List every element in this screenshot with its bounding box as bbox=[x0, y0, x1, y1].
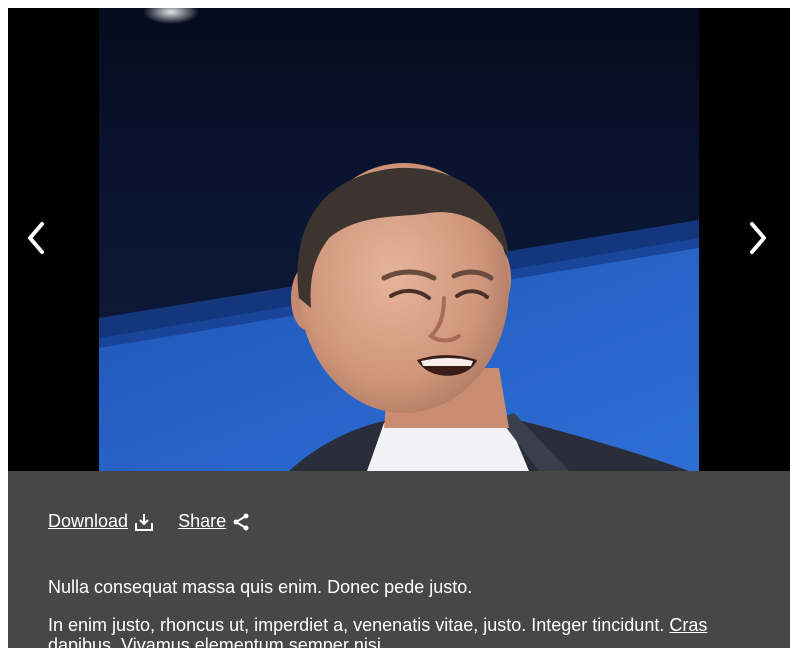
caption-paragraph-2-rest: dapibus. Vivamus elementum semper nisi. bbox=[48, 635, 386, 648]
gallery-photo bbox=[99, 8, 699, 471]
share-label: Share bbox=[178, 511, 227, 531]
caption-paragraph-2: In enim justo, rhoncus ut, imperdiet a, … bbox=[48, 615, 748, 648]
next-photo-button[interactable] bbox=[740, 220, 776, 260]
photo-actions: Download Share bbox=[48, 511, 274, 532]
caption-inline-link[interactable]: Cras bbox=[669, 615, 707, 635]
caption-paragraph-2-text: In enim justo, rhoncus ut, imperdiet a, … bbox=[48, 615, 670, 635]
chevron-right-icon bbox=[747, 221, 769, 260]
share-link[interactable]: Share bbox=[178, 511, 250, 532]
chevron-left-icon bbox=[25, 221, 47, 260]
image-viewer: Download Share Nulla consequat massa qui… bbox=[8, 8, 790, 648]
download-label: Download bbox=[48, 511, 129, 531]
share-icon bbox=[232, 513, 250, 531]
download-icon bbox=[134, 512, 154, 532]
download-link[interactable]: Download bbox=[48, 511, 154, 532]
image-stage bbox=[8, 8, 790, 471]
previous-photo-button[interactable] bbox=[18, 220, 54, 260]
caption-panel: Download Share Nulla consequat massa qui… bbox=[8, 471, 790, 648]
photo-illustration bbox=[99, 8, 699, 471]
caption-paragraph-1: Nulla consequat massa quis enim. Donec p… bbox=[48, 577, 473, 597]
caption-text: Nulla consequat massa quis enim. Donec p… bbox=[48, 577, 748, 648]
